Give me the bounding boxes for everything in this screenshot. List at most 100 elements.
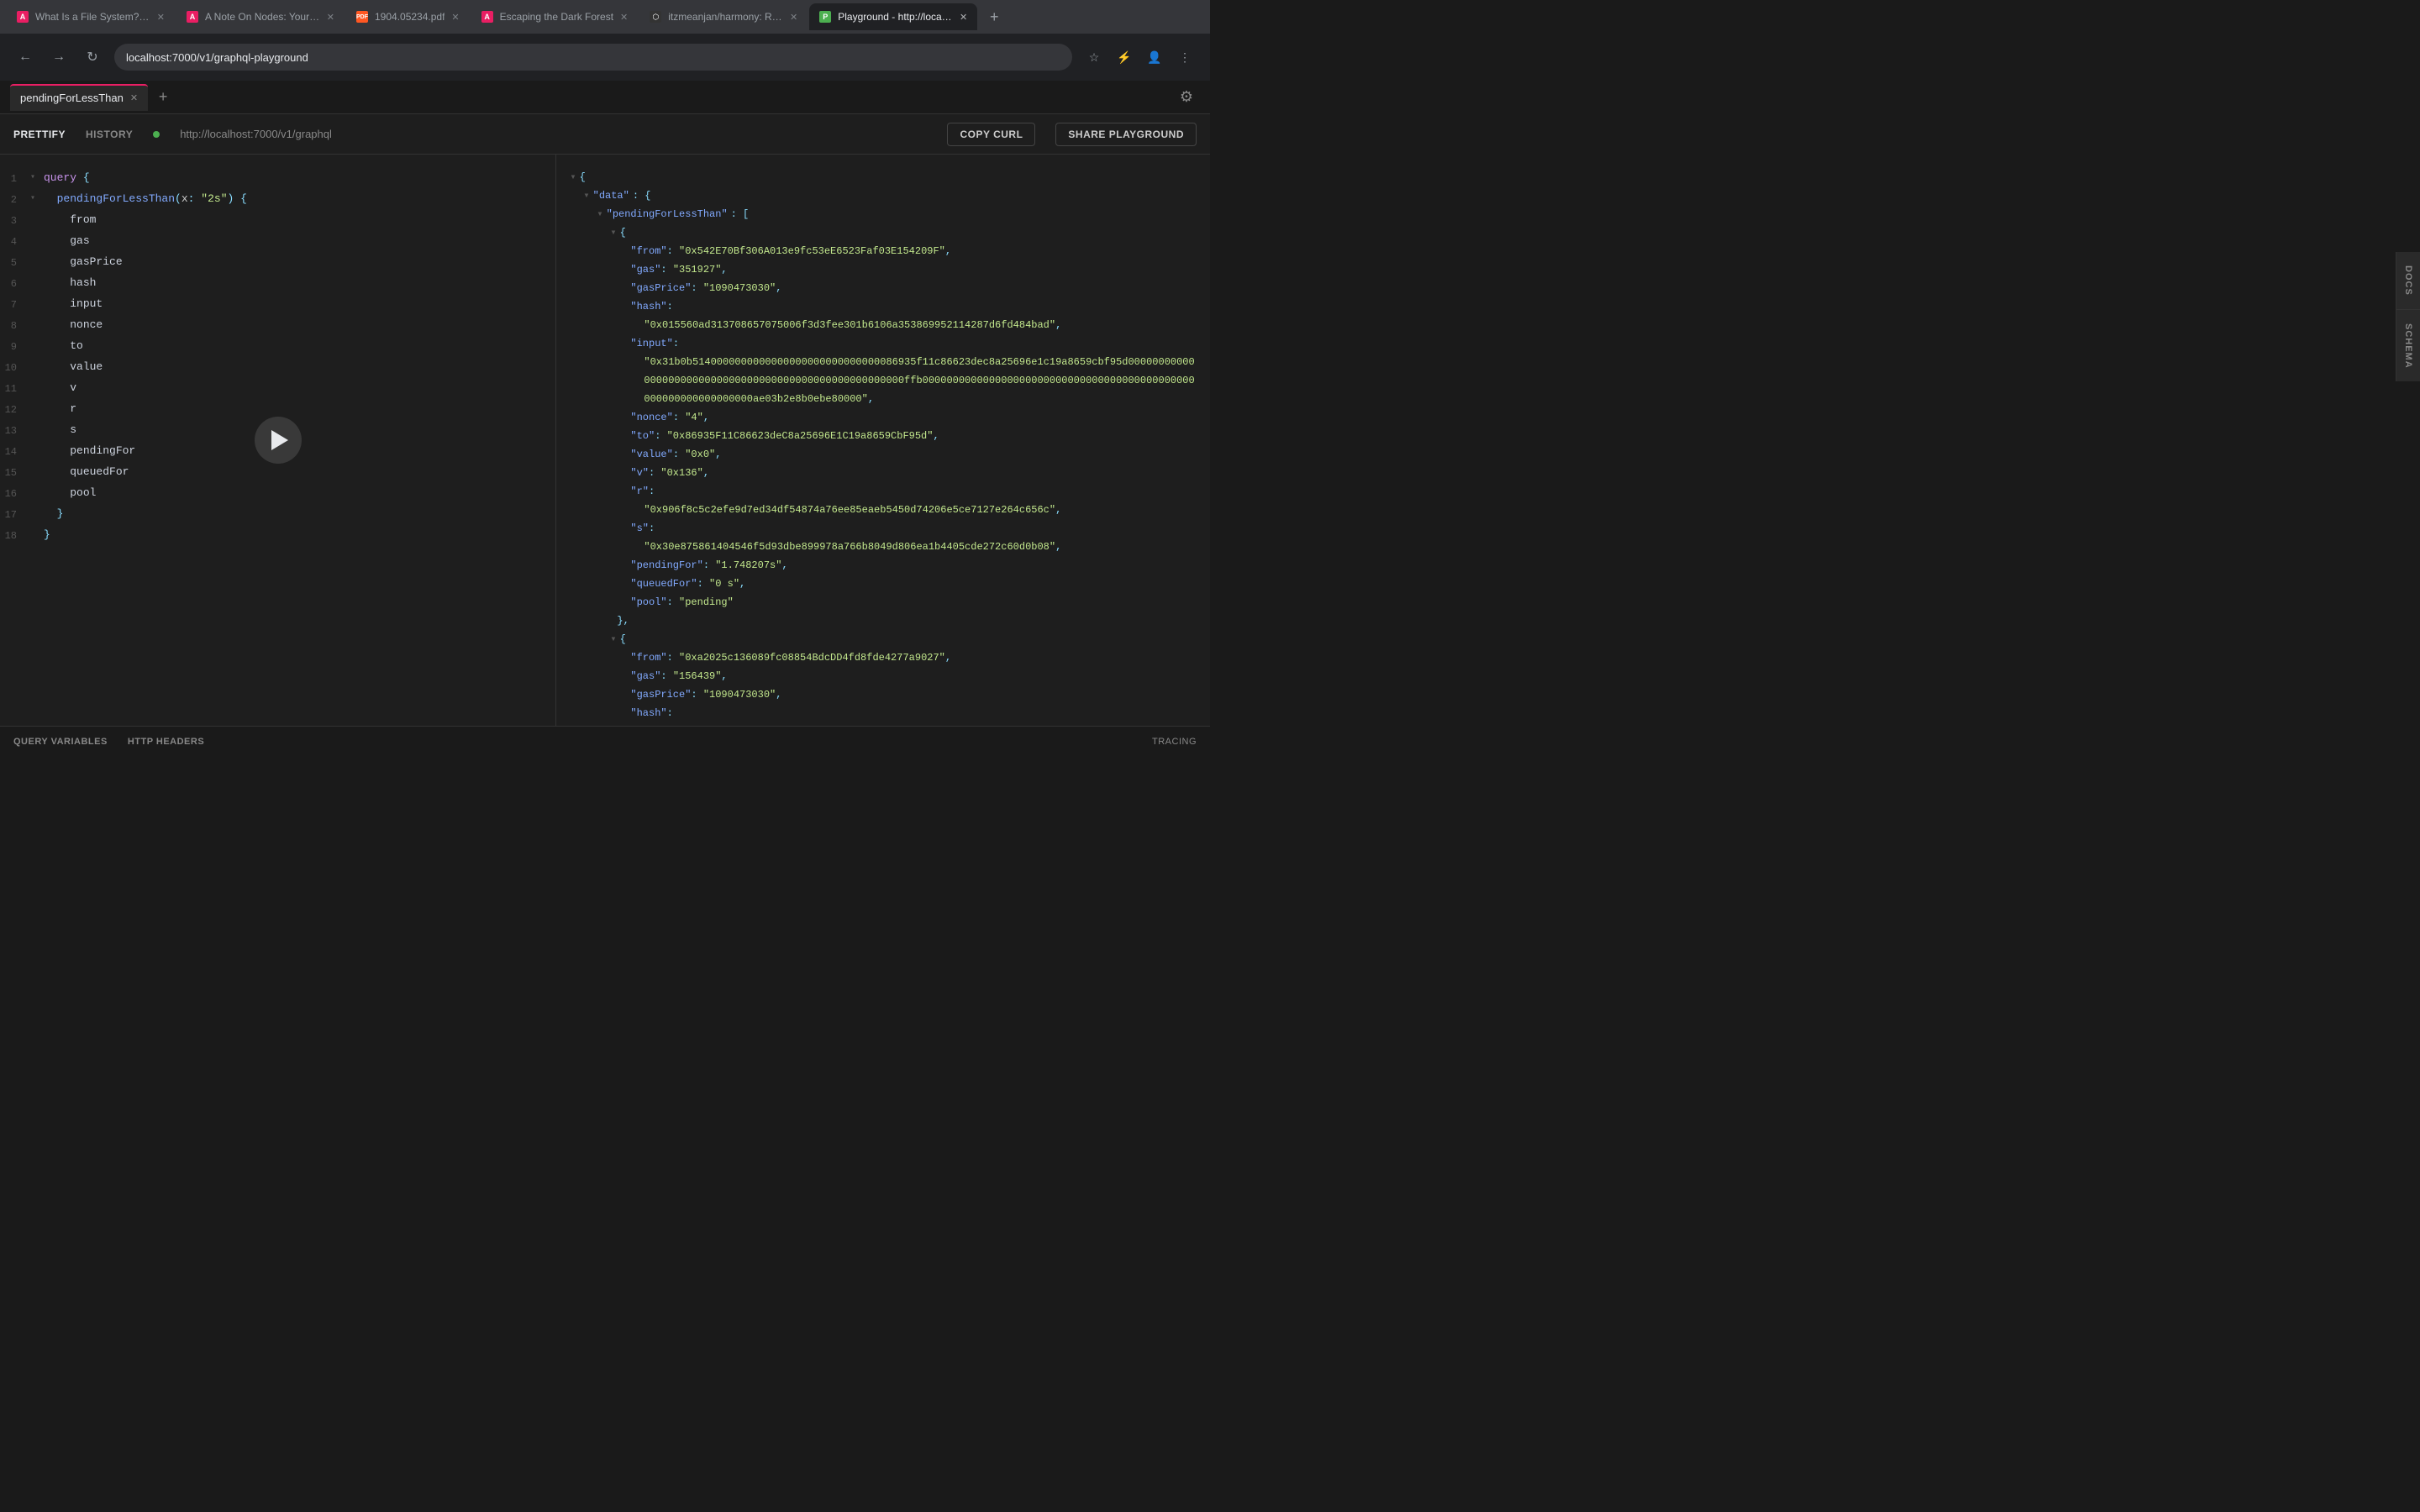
result-field-pendingFor: "pendingFor": "1.748207s", xyxy=(630,556,1197,575)
browser-tab-4[interactable]: A Escaping the Dark Forest ✕ xyxy=(471,3,639,30)
result-field-from-2: "from": "0xa2025c136089fc08854BdcDD4fd8f… xyxy=(630,648,1197,667)
url-bar[interactable]: localhost:7000/v1/graphql-playground xyxy=(114,44,1072,71)
code-content-4: gas xyxy=(44,231,555,251)
result-panel: ▾ { ▾ "data": { ▾ "pendingForLessThan": … xyxy=(556,155,1210,726)
new-tab-button[interactable]: + xyxy=(982,5,1006,29)
code-line-5: 5 gasPrice xyxy=(0,252,555,273)
menu-icon[interactable]: ⋮ xyxy=(1173,45,1197,69)
result-item-2-open: ▾ { xyxy=(610,630,1197,648)
code-line-4: 4 gas xyxy=(0,231,555,252)
code-line-7: 7 input xyxy=(0,294,555,315)
code-line-2: 2 ▾ pendingForLessThan(x: "2s") { xyxy=(0,189,555,210)
extensions-icon[interactable]: ⚡ xyxy=(1113,45,1136,69)
line-num-9: 9 xyxy=(0,336,30,357)
line-num-17: 17 xyxy=(0,504,30,525)
forward-button[interactable]: → xyxy=(47,45,71,69)
bookmark-icon[interactable]: ☆ xyxy=(1082,45,1106,69)
tab-close-1[interactable]: ✕ xyxy=(157,12,165,23)
copy-curl-button[interactable]: COPY CURL xyxy=(947,123,1035,146)
url-text: localhost:7000/v1/graphql-playground xyxy=(126,51,308,64)
result-item-1-fields: "from": "0x542E70Bf306A013e9fc53eE6523Fa… xyxy=(610,242,1197,612)
profile-icon[interactable]: 👤 xyxy=(1143,45,1166,69)
line-num-18: 18 xyxy=(0,525,30,546)
playground-tab-close[interactable]: ✕ xyxy=(130,92,138,103)
query-variables-tab[interactable]: QUERY VARIABLES xyxy=(13,737,108,747)
result-field-hash-label: "hash": xyxy=(630,297,1197,316)
browser-tab-1[interactable]: A What Is a File System? Type... ✕ xyxy=(7,3,175,30)
code-line-18: 18 } xyxy=(0,525,555,546)
docs-side-tab[interactable]: DOCS xyxy=(2396,252,2420,310)
result-line-pending: ▾ "pendingForLessThan": [ xyxy=(597,205,1197,223)
code-content-10: value xyxy=(44,357,555,377)
browser-tab-2[interactable]: A A Note On Nodes: Your Gate... ✕ xyxy=(176,3,345,30)
history-tab[interactable]: HISTORY xyxy=(86,125,133,144)
tab-close-4[interactable]: ✕ xyxy=(620,12,628,23)
browser-tab-5[interactable]: ⬡ itzmeanjan/harmony: Reduc... ✕ xyxy=(639,3,808,30)
settings-icon[interactable]: ⚙ xyxy=(1173,84,1200,111)
tab-favicon-2: A xyxy=(187,11,198,23)
collapse-2[interactable]: ▾ xyxy=(30,189,44,209)
reload-button[interactable]: ↻ xyxy=(81,45,104,69)
code-line-16: 16 pool xyxy=(0,483,555,504)
code-line-11: 11 v xyxy=(0,378,555,399)
result-item-1-close: }, xyxy=(610,612,1197,630)
address-bar: ← → ↻ localhost:7000/v1/graphql-playgrou… xyxy=(0,34,1210,81)
line-num-7: 7 xyxy=(0,294,30,315)
line-num-12: 12 xyxy=(0,399,30,420)
tab-favicon-6: P xyxy=(819,11,831,23)
code-content-15: queuedFor xyxy=(44,462,555,482)
back-button[interactable]: ← xyxy=(13,45,37,69)
result-content[interactable]: ▾ { ▾ "data": { ▾ "pendingForLessThan": … xyxy=(556,155,1210,726)
result-field-gas-2: "gas": "156439", xyxy=(630,667,1197,685)
run-button[interactable] xyxy=(255,417,302,464)
collapse-root[interactable]: ▾ xyxy=(570,168,576,186)
http-headers-tab[interactable]: HTTP HEADERS xyxy=(128,737,204,747)
editor-area: 1 ▾ query { 2 ▾ pendingForLessThan(x: "2… xyxy=(0,155,1210,726)
tab-close-5[interactable]: ✕ xyxy=(790,12,797,23)
code-content-11: v xyxy=(44,378,555,398)
tab-bar: A What Is a File System? Type... ✕ A A N… xyxy=(0,0,1210,34)
collapse-item-1[interactable]: ▾ xyxy=(610,223,616,242)
result-field-from: "from": "0x542E70Bf306A013e9fc53eE6523Fa… xyxy=(630,242,1197,260)
playground-tabs-bar: pendingForLessThan ✕ + ⚙ xyxy=(0,81,1210,114)
collapse-pending[interactable]: ▾ xyxy=(597,205,602,223)
bottom-bar: QUERY VARIABLES HTTP HEADERS TRACING xyxy=(0,726,1210,756)
schema-side-tab[interactable]: SCHEMA xyxy=(2396,310,2420,382)
line-num-16: 16 xyxy=(0,483,30,504)
endpoint-status-dot xyxy=(153,131,160,138)
line-num-15: 15 xyxy=(0,462,30,483)
code-line-17: 17 } xyxy=(0,504,555,525)
result-item-1-open: ▾ { xyxy=(610,223,1197,242)
add-tab-button[interactable]: + xyxy=(151,86,175,109)
result-item-2-fields: "from": "0xa2025c136089fc08854BdcDD4fd8f… xyxy=(610,648,1197,722)
line-num-2: 2 xyxy=(0,189,30,210)
result-line-data: ▾ "data": { xyxy=(583,186,1197,205)
result-item-1: ▾ { "from": "0x542E70Bf306A013e9fc53eE65… xyxy=(597,223,1197,630)
code-line-10: 10 value xyxy=(0,357,555,378)
collapse-1[interactable]: ▾ xyxy=(30,168,44,188)
browser-tab-3[interactable]: PDF 1904.05234.pdf ✕ xyxy=(346,3,470,30)
prettify-tab[interactable]: PRETTIFY xyxy=(13,125,66,144)
tab-label-4: Escaping the Dark Forest xyxy=(500,11,613,23)
collapse-item-2[interactable]: ▾ xyxy=(610,630,616,648)
result-field-r-value: "0x906f8c5c2efe9d7ed34df54874a76ee85eaeb… xyxy=(630,501,1197,519)
tab-favicon-3: PDF xyxy=(356,11,368,23)
code-line-1: 1 ▾ query { xyxy=(0,168,555,189)
result-field-hash-label-2: "hash": xyxy=(630,704,1197,722)
tab-label-3: 1904.05234.pdf xyxy=(375,11,445,23)
tab-close-2[interactable]: ✕ xyxy=(327,12,334,23)
result-field-gasPrice-2: "gasPrice": "1090473030", xyxy=(630,685,1197,704)
playground-tab-active[interactable]: pendingForLessThan ✕ xyxy=(10,84,148,111)
share-playground-button[interactable]: SHARE PLAYGROUND xyxy=(1055,123,1197,146)
tab-close-3[interactable]: ✕ xyxy=(451,12,459,23)
code-content-6: hash xyxy=(44,273,555,293)
tab-close-6[interactable]: ✕ xyxy=(960,12,967,23)
browser-tab-6[interactable]: P Playground - http://localho... ✕ xyxy=(809,3,977,30)
collapse-data[interactable]: ▾ xyxy=(583,186,589,205)
side-tabs: DOCS SCHEMA xyxy=(2396,252,2420,381)
endpoint-url: http://localhost:7000/v1/graphql xyxy=(180,128,332,140)
run-button-container xyxy=(255,417,302,464)
code-content-17: } xyxy=(44,504,555,524)
result-field-hash-value: "0x015560ad313708657075006f3d3fee301b610… xyxy=(630,316,1197,334)
result-field-gasPrice: "gasPrice": "1090473030", xyxy=(630,279,1197,297)
